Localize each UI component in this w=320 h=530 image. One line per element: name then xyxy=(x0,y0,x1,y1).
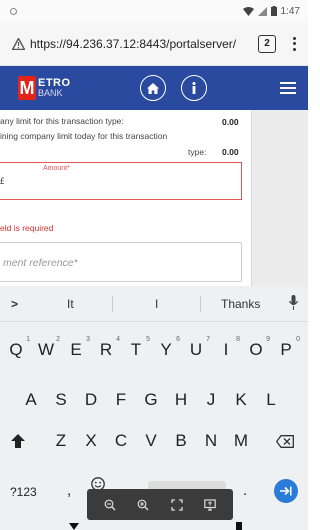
key-c[interactable]: C xyxy=(109,431,133,451)
next-arrow-icon xyxy=(280,486,292,496)
suggestion-item[interactable]: Thanks xyxy=(221,297,260,311)
key-q[interactable]: Q1 xyxy=(4,336,30,360)
key-o[interactable]: O9 xyxy=(244,336,270,360)
battery-icon xyxy=(270,6,277,16)
limit-label-1: any limit for this transaction type: xyxy=(0,116,124,126)
security-warning-icon[interactable] xyxy=(12,37,25,50)
suggestion-item[interactable]: I xyxy=(155,297,158,311)
recents-nav-icon[interactable] xyxy=(236,522,242,530)
transfer-form: any limit for this transaction type: 0.0… xyxy=(0,110,308,286)
key-x[interactable]: X xyxy=(79,431,103,451)
wifi-icon xyxy=(242,6,254,16)
period-key[interactable]: . xyxy=(243,482,247,499)
shift-icon[interactable] xyxy=(11,434,25,448)
logo-line-1: ETRO xyxy=(38,77,71,89)
logo-line-2: BANK xyxy=(38,88,63,98)
back-nav-icon[interactable] xyxy=(69,523,79,530)
info-button[interactable] xyxy=(181,75,207,101)
fullscreen-icon[interactable] xyxy=(171,498,183,511)
logo-letter: M xyxy=(18,76,36,100)
limit-label-2a: ining company limit today for this trans… xyxy=(0,131,168,141)
suggestion-expand-button[interactable]: > xyxy=(11,297,18,311)
comma-key[interactable]: , xyxy=(67,482,71,499)
amount-input[interactable]: Amount* xyxy=(0,162,242,200)
notification-dot-icon xyxy=(10,7,17,15)
browser-menu-icon[interactable] xyxy=(286,36,302,51)
page-gutter xyxy=(252,110,308,286)
key-s[interactable]: S xyxy=(49,390,73,410)
url-text[interactable]: https://94.236.37.12:8443/portalserver/ xyxy=(30,37,236,51)
key-h[interactable]: H xyxy=(169,390,193,410)
key-i[interactable]: I8 xyxy=(214,336,240,360)
key-l[interactable]: L xyxy=(259,390,283,410)
key-g[interactable]: G xyxy=(139,390,163,410)
info-icon xyxy=(192,82,196,94)
enter-key[interactable] xyxy=(274,479,298,503)
microphone-icon[interactable] xyxy=(289,295,298,310)
status-bar: 1:47 xyxy=(0,0,308,22)
key-r[interactable]: R4 xyxy=(94,336,120,360)
address-bar[interactable]: https://94.236.37.12:8443/portalserver/ xyxy=(12,37,248,51)
key-z[interactable]: Z xyxy=(49,431,73,451)
key-p[interactable]: P0 xyxy=(274,336,300,360)
app-header: M ETRO BANK xyxy=(0,66,308,110)
key-j[interactable]: J xyxy=(199,390,223,410)
suggestion-item[interactable]: It xyxy=(67,297,74,311)
key-b[interactable]: B xyxy=(169,431,193,451)
key-w[interactable]: W2 xyxy=(34,336,60,360)
zoom-toolbar xyxy=(87,489,233,520)
tab-switcher-button[interactable]: 2 xyxy=(258,34,276,53)
key-f[interactable]: F xyxy=(109,390,133,410)
backspace-icon[interactable] xyxy=(276,435,294,448)
zoom-out-icon[interactable] xyxy=(104,499,116,511)
payment-reference-input[interactable]: ment reference* xyxy=(0,242,242,282)
home-button[interactable] xyxy=(140,75,166,101)
home-icon xyxy=(147,82,159,94)
metro-bank-logo[interactable]: M ETRO BANK xyxy=(18,76,71,100)
signal-icon xyxy=(257,6,267,16)
limit-label-2b: type: xyxy=(188,147,207,157)
limit-value-1: 0.00 xyxy=(222,117,239,127)
limit-value-2: 0.00 xyxy=(222,147,239,157)
key-t[interactable]: T5 xyxy=(124,336,150,360)
key-n[interactable]: N xyxy=(199,431,223,451)
key-v[interactable]: V xyxy=(139,431,163,451)
key-e[interactable]: E3 xyxy=(64,336,90,360)
key-m[interactable]: M xyxy=(229,431,253,451)
amount-label: Amount* xyxy=(43,165,70,172)
key-y[interactable]: Y6 xyxy=(154,336,180,360)
key-d[interactable]: D xyxy=(79,390,103,410)
zoom-in-icon[interactable] xyxy=(137,499,149,511)
currency-prefix: £ xyxy=(0,176,4,186)
key-a[interactable]: A xyxy=(19,390,43,410)
suggestion-strip: > It I Thanks xyxy=(0,286,308,322)
browser-toolbar: https://94.236.37.12:8443/portalserver/ … xyxy=(0,22,308,66)
reference-placeholder: ment reference* xyxy=(3,257,78,269)
symbols-key[interactable]: ?123 xyxy=(10,485,37,499)
hamburger-menu-icon[interactable] xyxy=(280,82,296,94)
status-time: 1:47 xyxy=(280,5,300,17)
key-u[interactable]: U7 xyxy=(184,336,210,360)
screen-share-icon[interactable] xyxy=(204,498,217,511)
key-k[interactable]: K xyxy=(229,390,253,410)
status-icons: 1:47 xyxy=(242,5,300,17)
amount-error-text: eld is required xyxy=(0,223,54,233)
